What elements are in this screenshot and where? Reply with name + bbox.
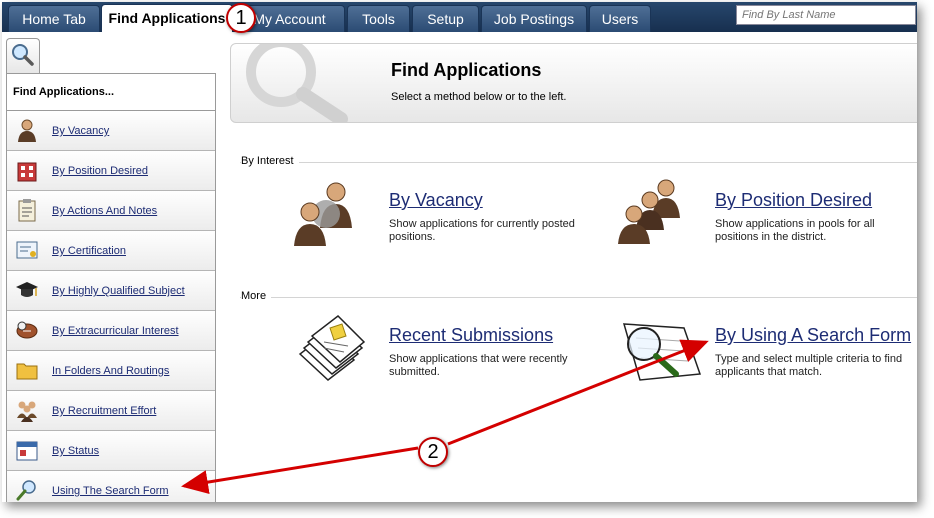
callout-marker-2: 2	[418, 437, 448, 467]
annotation-arrows	[181, 339, 709, 494]
arrow-to-search-form-option	[447, 339, 709, 446]
arrow-to-sidebar-search-form	[181, 446, 419, 494]
callout-marker-1: 1	[226, 3, 256, 33]
